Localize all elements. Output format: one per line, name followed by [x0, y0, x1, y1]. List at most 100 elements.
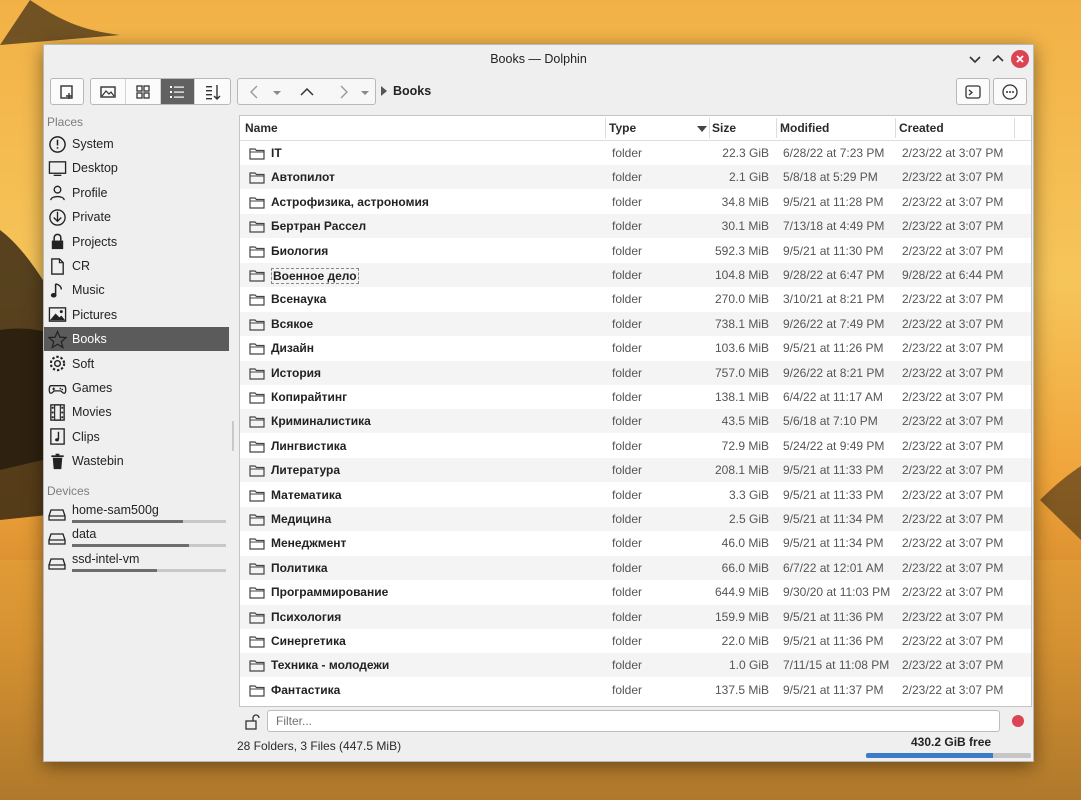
free-space-bar[interactable]	[866, 753, 1031, 758]
sidebar-item-games[interactable]: Games	[44, 376, 229, 400]
file-name[interactable]: IT	[271, 146, 282, 160]
forward-history-button[interactable]	[356, 83, 374, 101]
file-row[interactable]: Астрофизика, астрономия folder 34.8 MiB 9/5…	[240, 190, 1031, 214]
device-item-home-sam500g[interactable]: home-sam500g	[44, 502, 229, 526]
column-modified[interactable]: Modified	[780, 121, 829, 135]
file-row[interactable]: Фантастика folder 137.5 MiB 9/5/21 at 11:37…	[240, 678, 1031, 702]
file-name[interactable]: Дизайн	[271, 341, 314, 355]
file-row[interactable]: Военное дело folder 104.8 MiB 9/28/22 at 6:…	[240, 263, 1031, 287]
file-name[interactable]: Медицина	[271, 512, 331, 526]
file-row[interactable]: Автопилот folder 2.1 GiB 5/8/18 at 5:29 PM 2…	[240, 165, 1031, 190]
file-name[interactable]: Астрофизика, астрономия	[271, 195, 429, 209]
filter-input[interactable]	[267, 710, 1000, 732]
sidebar-item-profile[interactable]: Profile	[44, 181, 229, 205]
sidebar-item-wastebin[interactable]: Wastebin	[44, 449, 229, 473]
sidebar-item-projects[interactable]: Projects	[44, 230, 229, 254]
device-item-data[interactable]: data	[44, 526, 229, 550]
device-item-ssd-intel-vm[interactable]: ssd-intel-vm	[44, 551, 229, 575]
file-name[interactable]: Фантастика	[271, 683, 340, 697]
file-type: folder	[612, 560, 643, 575]
file-size: 43.5 MiB	[721, 414, 769, 429]
file-row[interactable]: Криминалистика folder 43.5 MiB 5/6/18 at 7:…	[240, 409, 1031, 434]
file-created: 2/23/22 at 3:07 PM	[902, 463, 1004, 478]
up-button[interactable]	[298, 83, 316, 101]
file-row[interactable]: Дизайн folder 103.6 MiB 9/5/21 at 11:26 PM 2…	[240, 336, 1031, 360]
sidebar-item-clips[interactable]: Clips	[44, 425, 229, 449]
sidebar-item-desktop[interactable]: Desktop	[44, 156, 229, 180]
file-name[interactable]: Литература	[271, 463, 340, 477]
file-row[interactable]: Всякое folder 738.1 MiB 9/26/22 at 7:49 PM 2…	[240, 311, 1031, 336]
file-modified: 9/5/21 at 11:28 PM	[783, 194, 884, 209]
file-name[interactable]: Биология	[271, 244, 328, 258]
lock-icon[interactable]	[243, 713, 261, 731]
file-name[interactable]: История	[271, 366, 321, 380]
preview-button[interactable]	[91, 79, 126, 104]
file-size: 270.0 MiB	[714, 292, 769, 307]
close-button[interactable]	[1011, 50, 1029, 68]
sidebar-item-private[interactable]: Private	[44, 205, 229, 229]
new-window-button[interactable]	[50, 78, 84, 105]
file-row[interactable]: Копирайтинг folder 138.1 MiB 6/4/22 at 11:1…	[240, 385, 1031, 409]
minimize-button[interactable]	[966, 50, 984, 68]
file-name[interactable]: Менеджмент	[271, 536, 346, 550]
file-row[interactable]: IT folder 22.3 GiB 6/28/22 at 7:23 PM 2/23/2…	[240, 141, 1031, 165]
sidebar-item-pictures[interactable]: Pictures	[44, 303, 229, 327]
maximize-button[interactable]	[989, 50, 1007, 68]
panel-splitter[interactable]	[232, 421, 234, 451]
folder-icon	[249, 441, 265, 453]
file-name[interactable]: Автопилот	[271, 170, 335, 184]
file-row[interactable]: Менеджмент folder 46.0 MiB 9/5/21 at 11:34 …	[240, 531, 1031, 555]
details-view-button[interactable]	[160, 79, 196, 104]
file-name[interactable]: Военное дело	[271, 268, 359, 284]
terminal-button[interactable]	[956, 78, 990, 105]
menu-button[interactable]	[993, 78, 1027, 105]
sidebar-item-system[interactable]: System	[44, 132, 229, 156]
file-name[interactable]: Всенаука	[271, 292, 326, 306]
titlebar[interactable]: Books — Dolphin	[44, 45, 1033, 73]
file-row[interactable]: Психология folder 159.9 MiB 9/5/21 at 11:36…	[240, 604, 1031, 629]
file-name[interactable]: Криминалистика	[271, 414, 371, 428]
file-name[interactable]: Всякое	[271, 317, 313, 331]
file-row[interactable]: Лингвистика folder 72.9 MiB 5/24/22 at 9:49…	[240, 434, 1031, 458]
file-name[interactable]: Политика	[271, 561, 328, 575]
column-created[interactable]: Created	[899, 121, 944, 135]
file-row[interactable]: Синергетика folder 22.0 MiB 9/5/21 at 11:36…	[240, 629, 1031, 653]
file-size: 22.0 MiB	[721, 634, 769, 648]
file-name[interactable]: Бертран Рассел	[271, 219, 366, 233]
file-name[interactable]: Математика	[271, 488, 342, 502]
sidebar-item-books[interactable]: Books	[44, 327, 229, 352]
file-name[interactable]: Программирование	[271, 585, 388, 599]
sort-button[interactable]	[195, 79, 230, 104]
sidebar-item-label: Projects	[72, 234, 118, 249]
file-name[interactable]: Синергетика	[271, 634, 346, 648]
file-name[interactable]: Техника - молодежи	[271, 658, 389, 672]
file-type: folder	[612, 658, 643, 673]
column-size[interactable]: Size	[712, 121, 736, 135]
window-title: Books — Dolphin	[490, 52, 587, 66]
file-row[interactable]: Всенаука folder 270.0 MiB 3/10/21 at 8:21 P…	[240, 287, 1031, 311]
file-name[interactable]: Лингвистика	[271, 439, 346, 453]
column-name[interactable]: Name	[245, 121, 278, 135]
sidebar-item-movies[interactable]: Movies	[44, 400, 229, 424]
breadcrumb-current[interactable]: Books	[393, 84, 431, 98]
sidebar-item-soft[interactable]: Soft	[44, 352, 229, 376]
file-row[interactable]: Политика folder 66.0 MiB 6/7/22 at 12:01 AM…	[240, 555, 1031, 580]
sidebar-item-cr[interactable]: CR	[44, 254, 229, 278]
back-button[interactable]	[246, 83, 264, 101]
file-row[interactable]: Техника - молодежи folder 1.0 GiB 7/11/15 a…	[240, 653, 1031, 678]
file-row[interactable]: Биология folder 592.3 MiB 9/5/21 at 11:30 P…	[240, 239, 1031, 263]
history-dropdown-button[interactable]	[268, 83, 286, 101]
file-row[interactable]: Бертран Рассел folder 30.1 MiB 7/13/18 at 4…	[240, 214, 1031, 239]
sidebar-item-music[interactable]: Music	[44, 278, 229, 302]
file-row[interactable]: Литература folder 208.1 MiB 9/5/21 at 11:33…	[240, 458, 1031, 483]
icons-view-button[interactable]	[126, 79, 161, 104]
file-row[interactable]: Медицина folder 2.5 GiB 9/5/21 at 11:34 PM 2…	[240, 507, 1031, 531]
close-filter-button[interactable]	[1012, 715, 1024, 727]
file-name[interactable]: Психология	[271, 610, 341, 624]
column-type[interactable]: Type	[609, 121, 636, 135]
forward-button[interactable]	[334, 83, 352, 101]
file-name[interactable]: Копирайтинг	[271, 390, 347, 404]
file-row[interactable]: История folder 757.0 MiB 9/26/22 at 8:21 PM…	[240, 360, 1031, 385]
file-row[interactable]: Математика folder 3.3 GiB 9/5/21 at 11:33 P…	[240, 483, 1031, 507]
file-row[interactable]: Программирование folder 644.9 MiB 9/30/20 a…	[240, 580, 1031, 604]
